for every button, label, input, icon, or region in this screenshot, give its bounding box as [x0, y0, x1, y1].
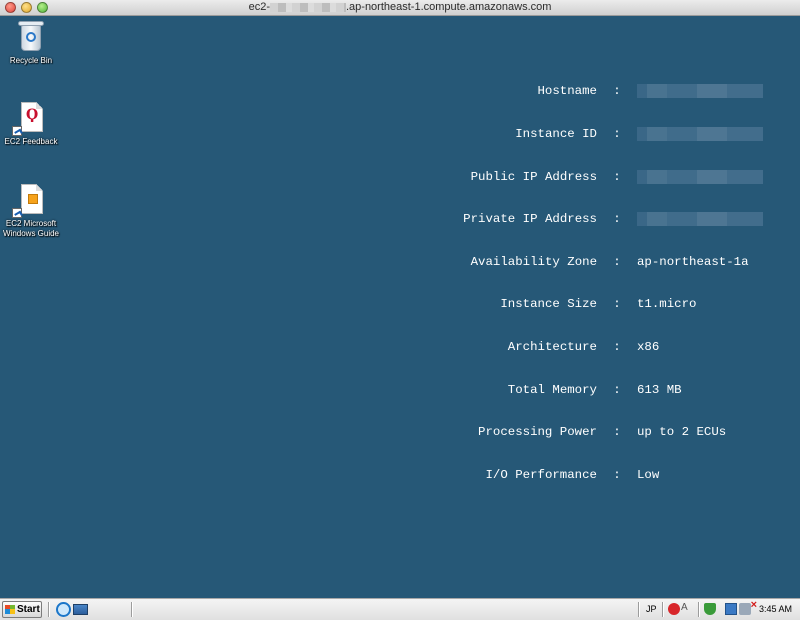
desktop-icon-label: EC2 Feedback: [4, 137, 58, 146]
window-title-suffix: .ap-northeast-1.compute.amazonaws.com: [345, 1, 552, 13]
internet-explorer-icon[interactable]: [56, 602, 71, 617]
shortcut-arrow-icon: [12, 208, 22, 218]
info-row-io-performance: I/O Performance: Low: [430, 468, 767, 482]
info-row-architecture: Architecture: x86: [430, 340, 767, 354]
info-label: Architecture: [507, 339, 597, 354]
desktop-icon-ec2-windows-guide[interactable]: EC2 Microsoft Windows Guide: [0, 183, 62, 239]
windows-logo-icon: [5, 605, 15, 614]
ime-help-icon[interactable]: A: [681, 602, 688, 613]
info-value: ap-northeast-1a: [637, 254, 749, 269]
pixelated-redaction: [637, 169, 763, 184]
pixelated-redaction: [637, 212, 763, 227]
tray-divider: [662, 602, 663, 617]
info-separator: :: [613, 127, 621, 141]
info-row-availability-zone: Availability Zone: ap-northeast-1a: [430, 255, 767, 269]
info-row-processing-power: Processing Power: up to 2 ECUs: [430, 425, 767, 439]
info-label: Instance Size: [500, 297, 597, 312]
info-separator: :: [613, 169, 621, 184]
info-separator: :: [613, 425, 621, 440]
info-label: Availability Zone: [470, 254, 597, 269]
info-label: Private IP Address: [463, 212, 597, 227]
desktop-icon-label: Recycle Bin: [9, 56, 53, 65]
info-row-total-memory: Total Memory: 613 MB: [430, 383, 767, 397]
info-separator: :: [613, 339, 621, 354]
info-label: I/O Performance: [485, 467, 597, 482]
desktop-icon-ec2-feedback[interactable]: Ϙ EC2 Feedback: [0, 101, 62, 147]
info-separator: :: [613, 212, 621, 227]
info-label: Public IP Address: [470, 169, 597, 184]
pixelated-redaction: [637, 84, 763, 99]
info-separator: :: [613, 467, 621, 482]
info-row-hostname: Hostname:: [430, 84, 767, 99]
info-separator: :: [613, 254, 621, 269]
tray-divider: [638, 602, 639, 617]
pixelated-redaction: [637, 127, 763, 141]
info-value: x86: [637, 339, 660, 354]
info-separator: :: [613, 297, 621, 312]
info-label: Hostname: [537, 84, 598, 99]
info-value-redacted: [637, 169, 767, 184]
taskbar-clock[interactable]: 3:45 AM: [759, 602, 792, 617]
redacted-hostname-block: [269, 2, 346, 12]
tray-divider: [698, 602, 699, 617]
shortcut-arrow-icon: [12, 126, 22, 136]
network-icon[interactable]: [725, 603, 737, 615]
info-row-instance-id: Instance ID:: [430, 127, 767, 141]
info-separator: :: [613, 84, 621, 99]
ime-bar-icon[interactable]: [668, 603, 680, 615]
desktop-icon-recycle-bin[interactable]: Recycle Bin: [0, 20, 62, 66]
info-row-private-ip: Private IP Address:: [430, 212, 767, 227]
start-label: Start: [17, 604, 40, 615]
ec2-windows-guide-icon: [12, 183, 47, 218]
volume-muted-icon[interactable]: [739, 599, 757, 615]
info-label: Total Memory: [507, 382, 597, 397]
info-value: t1.micro: [637, 297, 697, 312]
info-value-redacted: [637, 127, 767, 141]
start-button[interactable]: Start: [2, 601, 42, 618]
remote-desktop: Recycle Bin Ϙ EC2 Feedback EC2 Microsoft…: [0, 16, 800, 598]
security-shield-icon[interactable]: [704, 603, 716, 615]
window-title-prefix: ec2-: [248, 1, 270, 13]
info-value: Low: [637, 467, 660, 482]
info-label: Processing Power: [478, 425, 597, 440]
window-title: ec2- .ap-northeast-1.compute.amazonaws.co…: [0, 1, 800, 13]
taskbar-divider: [131, 602, 132, 617]
recycle-bin-icon: [15, 20, 47, 54]
instance-info-panel: Hostname: Instance ID: Public IP Address…: [430, 56, 767, 510]
info-value-redacted: [637, 84, 767, 99]
taskbar: Start JP A 3:45 AM: [0, 598, 800, 620]
desktop-icon-label: EC2 Microsoft Windows Guide: [2, 219, 60, 238]
info-row-instance-size: Instance Size: t1.micro: [430, 297, 767, 311]
taskbar-divider: [48, 602, 49, 617]
ec2-feedback-icon: Ϙ: [12, 101, 47, 136]
info-value-redacted: [637, 212, 767, 227]
info-value: up to 2 ECUs: [637, 425, 727, 440]
info-separator: :: [613, 382, 621, 397]
info-label: Instance ID: [515, 127, 597, 141]
info-value: 613 MB: [637, 382, 682, 397]
info-row-public-ip: Public IP Address:: [430, 169, 767, 184]
window-title-bar: ec2- .ap-northeast-1.compute.amazonaws.co…: [0, 0, 800, 16]
language-indicator[interactable]: JP: [646, 602, 657, 617]
show-desktop-icon[interactable]: [73, 604, 88, 615]
